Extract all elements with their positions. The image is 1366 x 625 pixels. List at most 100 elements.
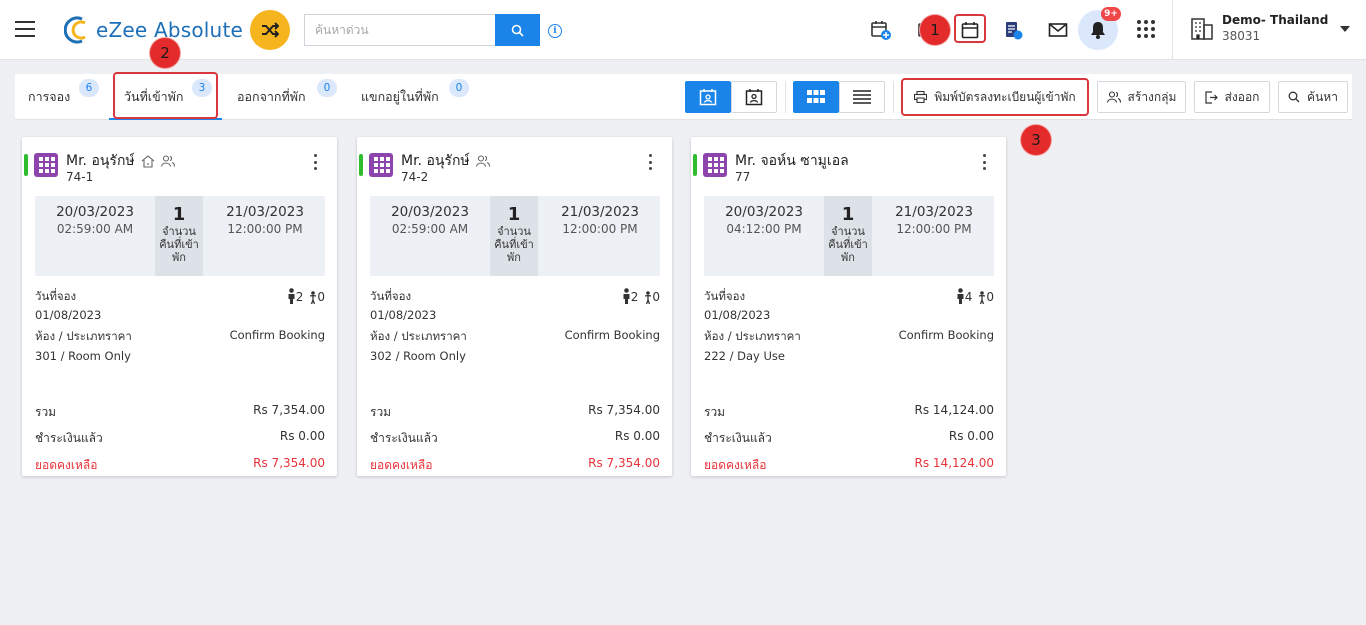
paid-label: ชำระเงินแล้ว (35, 431, 103, 445)
calendar-image-icon (745, 89, 763, 106)
search-button[interactable] (495, 14, 540, 46)
booking-date-label: วันที่จอง (35, 289, 77, 303)
export-button[interactable]: ส่งออก (1194, 81, 1270, 113)
checkout-time: 12:00:00 PM (562, 222, 638, 236)
total-label: รวม (35, 405, 57, 419)
guest-name[interactable]: Mr. อนุรักษ์ (66, 150, 175, 172)
guest-name[interactable]: Mr. อนุรักษ์ (401, 150, 490, 172)
nights-box: 1 จำนวนคืนที่เข้าพัก (490, 196, 538, 276)
booking-date-label: วันที่จอง (704, 289, 746, 303)
mail-button[interactable] (1043, 15, 1073, 45)
status-indicator (24, 154, 28, 176)
home-icon (141, 154, 155, 168)
quick-search-input[interactable] (304, 14, 495, 46)
list-view-button[interactable] (839, 81, 885, 113)
shuffle-icon (262, 22, 279, 38)
booking-number: 77 (735, 170, 751, 184)
pax-count: 2 0 (622, 288, 660, 304)
adult-icon (957, 288, 964, 304)
card-view-image-button[interactable] (731, 81, 777, 113)
nights-label: จำนวนคืนที่เข้าพัก (494, 225, 534, 264)
booking-number: 74-2 (401, 170, 429, 184)
total-amount: Rs 7,354.00 (588, 403, 660, 417)
new-reservation-button[interactable] (866, 15, 896, 45)
grid-icon (807, 90, 825, 103)
nights-box: 1 จำนวนคืนที่เข้าพัก (824, 196, 872, 276)
mail-icon (1048, 23, 1068, 37)
card-view-guest-button[interactable] (685, 81, 731, 113)
booking-toolbar: การจอง 6 วันที่เข้าพัก 3 ออกจากที่พัก 0 … (15, 72, 1352, 120)
grid-view-button[interactable] (793, 81, 839, 113)
booking-card[interactable]: Mr. อนุรักษ์ 74-2 20/03/2023 02:59:00 AM… (357, 137, 672, 476)
create-group-label: สร้างกลุ่ม (1127, 89, 1177, 104)
invoice-icon (1006, 22, 1023, 40)
room-rate: 222 / Day Use (704, 349, 785, 363)
paid-label: ชำระเงินแล้ว (704, 431, 772, 445)
total-amount: Rs 14,124.00 (914, 403, 994, 417)
checkin-time: 04:12:00 PM (726, 222, 802, 236)
stay-details: 20/03/2023 04:12:00 PM 1 จำนวนคืนที่เข้า… (704, 196, 994, 276)
cashiering-button[interactable] (998, 15, 1028, 45)
booking-date-label: วันที่จอง (370, 289, 412, 303)
ezee-logo-icon (63, 15, 94, 45)
stay-details: 20/03/2023 02:59:00 AM 1 จำนวนคืนที่เข้า… (370, 196, 660, 276)
booking-date: 01/08/2023 (35, 308, 102, 322)
nights-count: 1 (507, 204, 521, 225)
chevron-down-icon[interactable] (1340, 26, 1350, 32)
status-indicator (693, 154, 697, 176)
more-options-icon[interactable] (981, 153, 987, 171)
pax-count: 2 0 (287, 288, 325, 304)
paid-amount: Rs 0.00 (614, 429, 660, 443)
tab-in-house[interactable]: แขกอยู่ในที่พัก (361, 74, 439, 120)
tab-count-badge: 0 (317, 79, 337, 97)
tab-departures[interactable]: ออกจากที่พัก (237, 74, 306, 120)
arrivals-tab-highlight (113, 72, 218, 119)
child-count: 0 (652, 290, 660, 304)
menu-icon[interactable] (15, 21, 35, 37)
total-label: รวม (704, 405, 726, 419)
more-options-icon[interactable] (647, 153, 653, 171)
more-options-icon[interactable] (312, 153, 318, 171)
child-count: 0 (317, 290, 325, 304)
total-label: รวม (370, 405, 392, 419)
calendar-person-icon (699, 89, 717, 106)
tab-label: แขกอยู่ในที่พัก (361, 89, 439, 104)
tab-label: ออกจากที่พัก (237, 89, 306, 104)
guest-name-text: Mr. จอห์น ซามูเอล (735, 153, 849, 169)
checkin-time: 02:59:00 AM (56, 222, 134, 236)
calendar-add-icon (871, 21, 891, 40)
balance-label: ยอดคงเหลือ (704, 458, 767, 472)
checkout-time: 12:00:00 PM (896, 222, 972, 236)
tab-reservations[interactable]: การจอง (28, 74, 70, 120)
search-icon (1288, 91, 1300, 103)
checkout-date: 21/03/2023 (561, 204, 639, 220)
adult-count: 4 (964, 290, 973, 304)
step-marker-2: 2 (150, 38, 180, 68)
adult-count: 2 (295, 290, 304, 304)
search-bookings-button[interactable]: ค้นหา (1278, 81, 1348, 113)
pax-count: 4 0 (956, 288, 994, 304)
balance-amount: Rs 7,354.00 (588, 456, 660, 470)
export-label: ส่งออก (1224, 89, 1260, 104)
child-count: 0 (986, 290, 994, 304)
info-icon[interactable]: i (548, 24, 562, 38)
total-amount: Rs 7,354.00 (253, 403, 325, 417)
group-icon (475, 155, 490, 167)
booking-date: 01/08/2023 (370, 308, 437, 322)
booking-date: 01/08/2023 (704, 308, 771, 322)
quick-switch-button[interactable] (250, 10, 290, 50)
booking-status: Confirm Booking (229, 328, 325, 342)
search-icon (511, 24, 524, 37)
nights-box: 1 จำนวนคืนที่เข้าพัก (155, 196, 203, 276)
paid-amount: Rs 0.00 (948, 429, 994, 443)
booking-card[interactable]: Mr. จอห์น ซามูเอล 77 20/03/2023 04:12:00… (691, 137, 1006, 476)
apps-grid-icon[interactable] (1137, 20, 1155, 38)
guest-name[interactable]: Mr. จอห์น ซามูเอล (735, 150, 849, 172)
checkin-time: 02:59:00 AM (391, 222, 469, 236)
app-logo[interactable]: eZee Absolute (63, 14, 243, 46)
create-group-button[interactable]: สร้างกลุ่ม (1097, 81, 1186, 113)
booking-status: Confirm Booking (898, 328, 994, 342)
hotel-switcher[interactable]: Demo- Thailand 38031 (1190, 13, 1328, 43)
top-header: eZee Absolute i (0, 0, 1366, 60)
booking-card[interactable]: Mr. อนุรักษ์ 74-1 20/03/2023 02:59:00 AM… (22, 137, 337, 476)
